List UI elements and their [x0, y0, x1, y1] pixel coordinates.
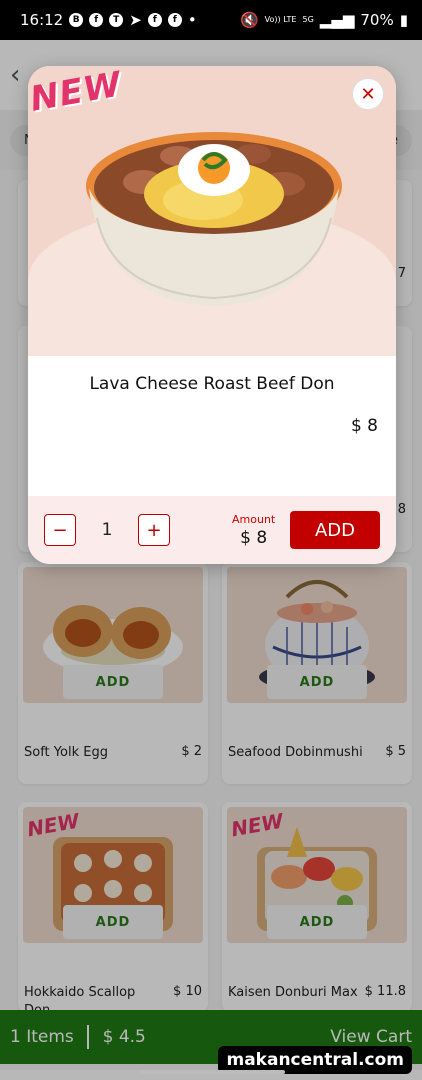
item-price: $ 8	[350, 416, 378, 436]
mute-icon: 🔇	[239, 11, 259, 29]
teams-icon: T	[109, 13, 124, 27]
battery-text: 70%	[360, 11, 394, 29]
facebook-icon-2: f	[147, 13, 162, 27]
decrease-quantity-button[interactable]: −	[44, 514, 76, 546]
dot-icon: •	[187, 11, 197, 29]
item-title: Lava Cheese Roast Beef Don	[89, 374, 335, 394]
amount-box: Amount $ 8	[232, 513, 275, 548]
add-to-cart-button[interactable]: ADD	[290, 511, 380, 549]
status-time: 16:12	[20, 11, 64, 29]
facebook-icon-3: f	[167, 13, 182, 27]
amount-value: $ 8	[240, 527, 268, 548]
new-badge: NEW	[28, 66, 125, 120]
close-icon: ✕	[360, 83, 376, 105]
facebook-icon: f	[89, 13, 104, 27]
item-hero-image: NEW ✕	[28, 66, 396, 356]
lte-indicator: Vo)) LTE	[264, 15, 297, 24]
increase-quantity-button[interactable]: +	[138, 514, 170, 546]
5g-indicator: 5G	[302, 15, 314, 24]
close-button[interactable]: ✕	[352, 78, 384, 110]
signal-icon: ▂▄▆	[319, 11, 355, 29]
item-detail-modal: NEW ✕ Lava Cheese Roast Beef Don $ 8 − 1…	[28, 66, 396, 564]
battery-icon: ▮	[399, 11, 408, 29]
amount-label: Amount	[232, 512, 276, 526]
status-bar: 16:12 B f T ➤ f f • 🔇 Vo)) LTE 5G ▂▄▆ 70…	[0, 0, 422, 40]
beef-don-bowl-image-icon	[86, 132, 342, 306]
home-indicator[interactable]	[140, 1070, 285, 1074]
quantity-value: 1	[101, 520, 113, 540]
bixby-icon: B	[69, 13, 84, 27]
modal-footer: − 1 + Amount $ 8 ADD	[28, 496, 396, 564]
telegram-icon: ➤	[129, 11, 142, 29]
